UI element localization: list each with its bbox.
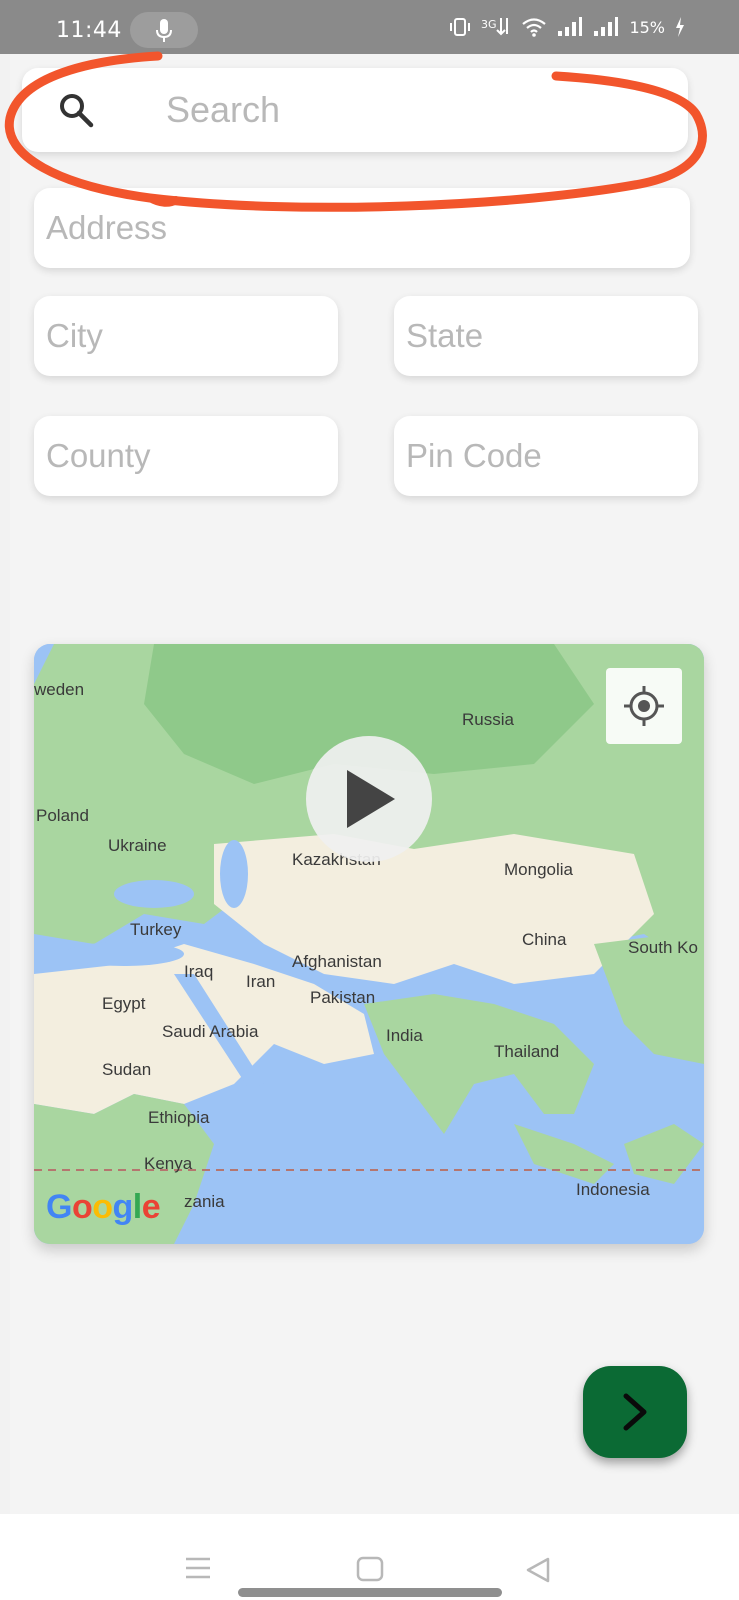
play-icon	[347, 770, 395, 828]
map-label-poland: Poland	[36, 806, 89, 825]
svg-text:3G: 3G	[481, 18, 497, 31]
charging-icon	[676, 17, 684, 37]
battery-percent: 15%	[629, 17, 665, 37]
back-icon[interactable]	[524, 1556, 552, 1584]
city-field[interactable]	[34, 296, 338, 376]
home-indicator[interactable]	[238, 1588, 502, 1597]
system-nav-bar	[0, 1514, 739, 1600]
next-button[interactable]	[583, 1366, 687, 1458]
address-field[interactable]	[34, 188, 690, 268]
map-label-ukraine: Ukraine	[108, 836, 167, 855]
map-label-iraq: Iraq	[184, 962, 214, 981]
map-label-mongolia: Mongolia	[504, 860, 573, 879]
map-label-russia: Russia	[462, 710, 514, 729]
map-label-pakistan: Pakistan	[310, 988, 376, 1007]
address-input[interactable]	[34, 188, 690, 268]
status-time: 11:44	[56, 18, 122, 43]
signal-icon-2	[594, 17, 619, 36]
google-logo: Google	[46, 1188, 161, 1226]
pin-code-input[interactable]	[394, 416, 698, 496]
search-icon	[60, 94, 94, 128]
chevron-right-icon	[623, 1393, 647, 1431]
map-label-thailand: Thailand	[494, 1042, 560, 1061]
map-label-saudi-arabia: Saudi Arabia	[162, 1022, 259, 1041]
map-label-south-korea: South Ko	[628, 938, 698, 957]
state-field[interactable]	[394, 296, 698, 376]
map-label-kenya: Kenya	[144, 1154, 193, 1173]
map-label-egypt: Egypt	[102, 994, 146, 1013]
my-location-button[interactable]	[606, 668, 682, 744]
county-field[interactable]	[34, 416, 338, 496]
map-view[interactable]: weden Russia Poland Ukraine Kazakhstan M…	[34, 644, 704, 1244]
wifi-icon	[522, 18, 547, 37]
data-icon: 3G	[481, 18, 509, 36]
map-label-tanzania: zania	[184, 1192, 225, 1211]
search-input[interactable]	[22, 68, 688, 152]
play-button[interactable]	[306, 736, 432, 862]
map-label-sweden: weden	[34, 680, 85, 699]
map-label-turkey: Turkey	[130, 920, 182, 939]
crosshair-icon	[624, 686, 664, 726]
microphone-icon	[156, 19, 172, 42]
map-label-sudan: Sudan	[102, 1060, 152, 1079]
state-input[interactable]	[394, 296, 698, 376]
map-label-indonesia: Indonesia	[576, 1180, 650, 1199]
microphone-indicator	[130, 12, 198, 48]
menu-icon[interactable]	[184, 1556, 212, 1580]
city-input[interactable]	[34, 296, 338, 376]
vibrate-icon	[450, 18, 471, 36]
status-bar: 11:44 3G 15%	[0, 0, 739, 54]
search-bar[interactable]	[22, 68, 688, 152]
home-icon[interactable]	[356, 1556, 384, 1582]
map-terrain	[34, 644, 704, 1244]
map-label-afghanistan: Afghanistan	[292, 952, 382, 971]
pin-code-field[interactable]	[394, 416, 698, 496]
signal-icon	[558, 17, 583, 36]
county-input[interactable]	[34, 416, 338, 496]
map-label-india: India	[386, 1026, 423, 1045]
map-label-china: China	[522, 930, 567, 949]
map-label-ethiopia: Ethiopia	[148, 1108, 210, 1127]
map-label-iran: Iran	[246, 972, 276, 991]
status-icons: 3G 15%	[449, 16, 685, 38]
